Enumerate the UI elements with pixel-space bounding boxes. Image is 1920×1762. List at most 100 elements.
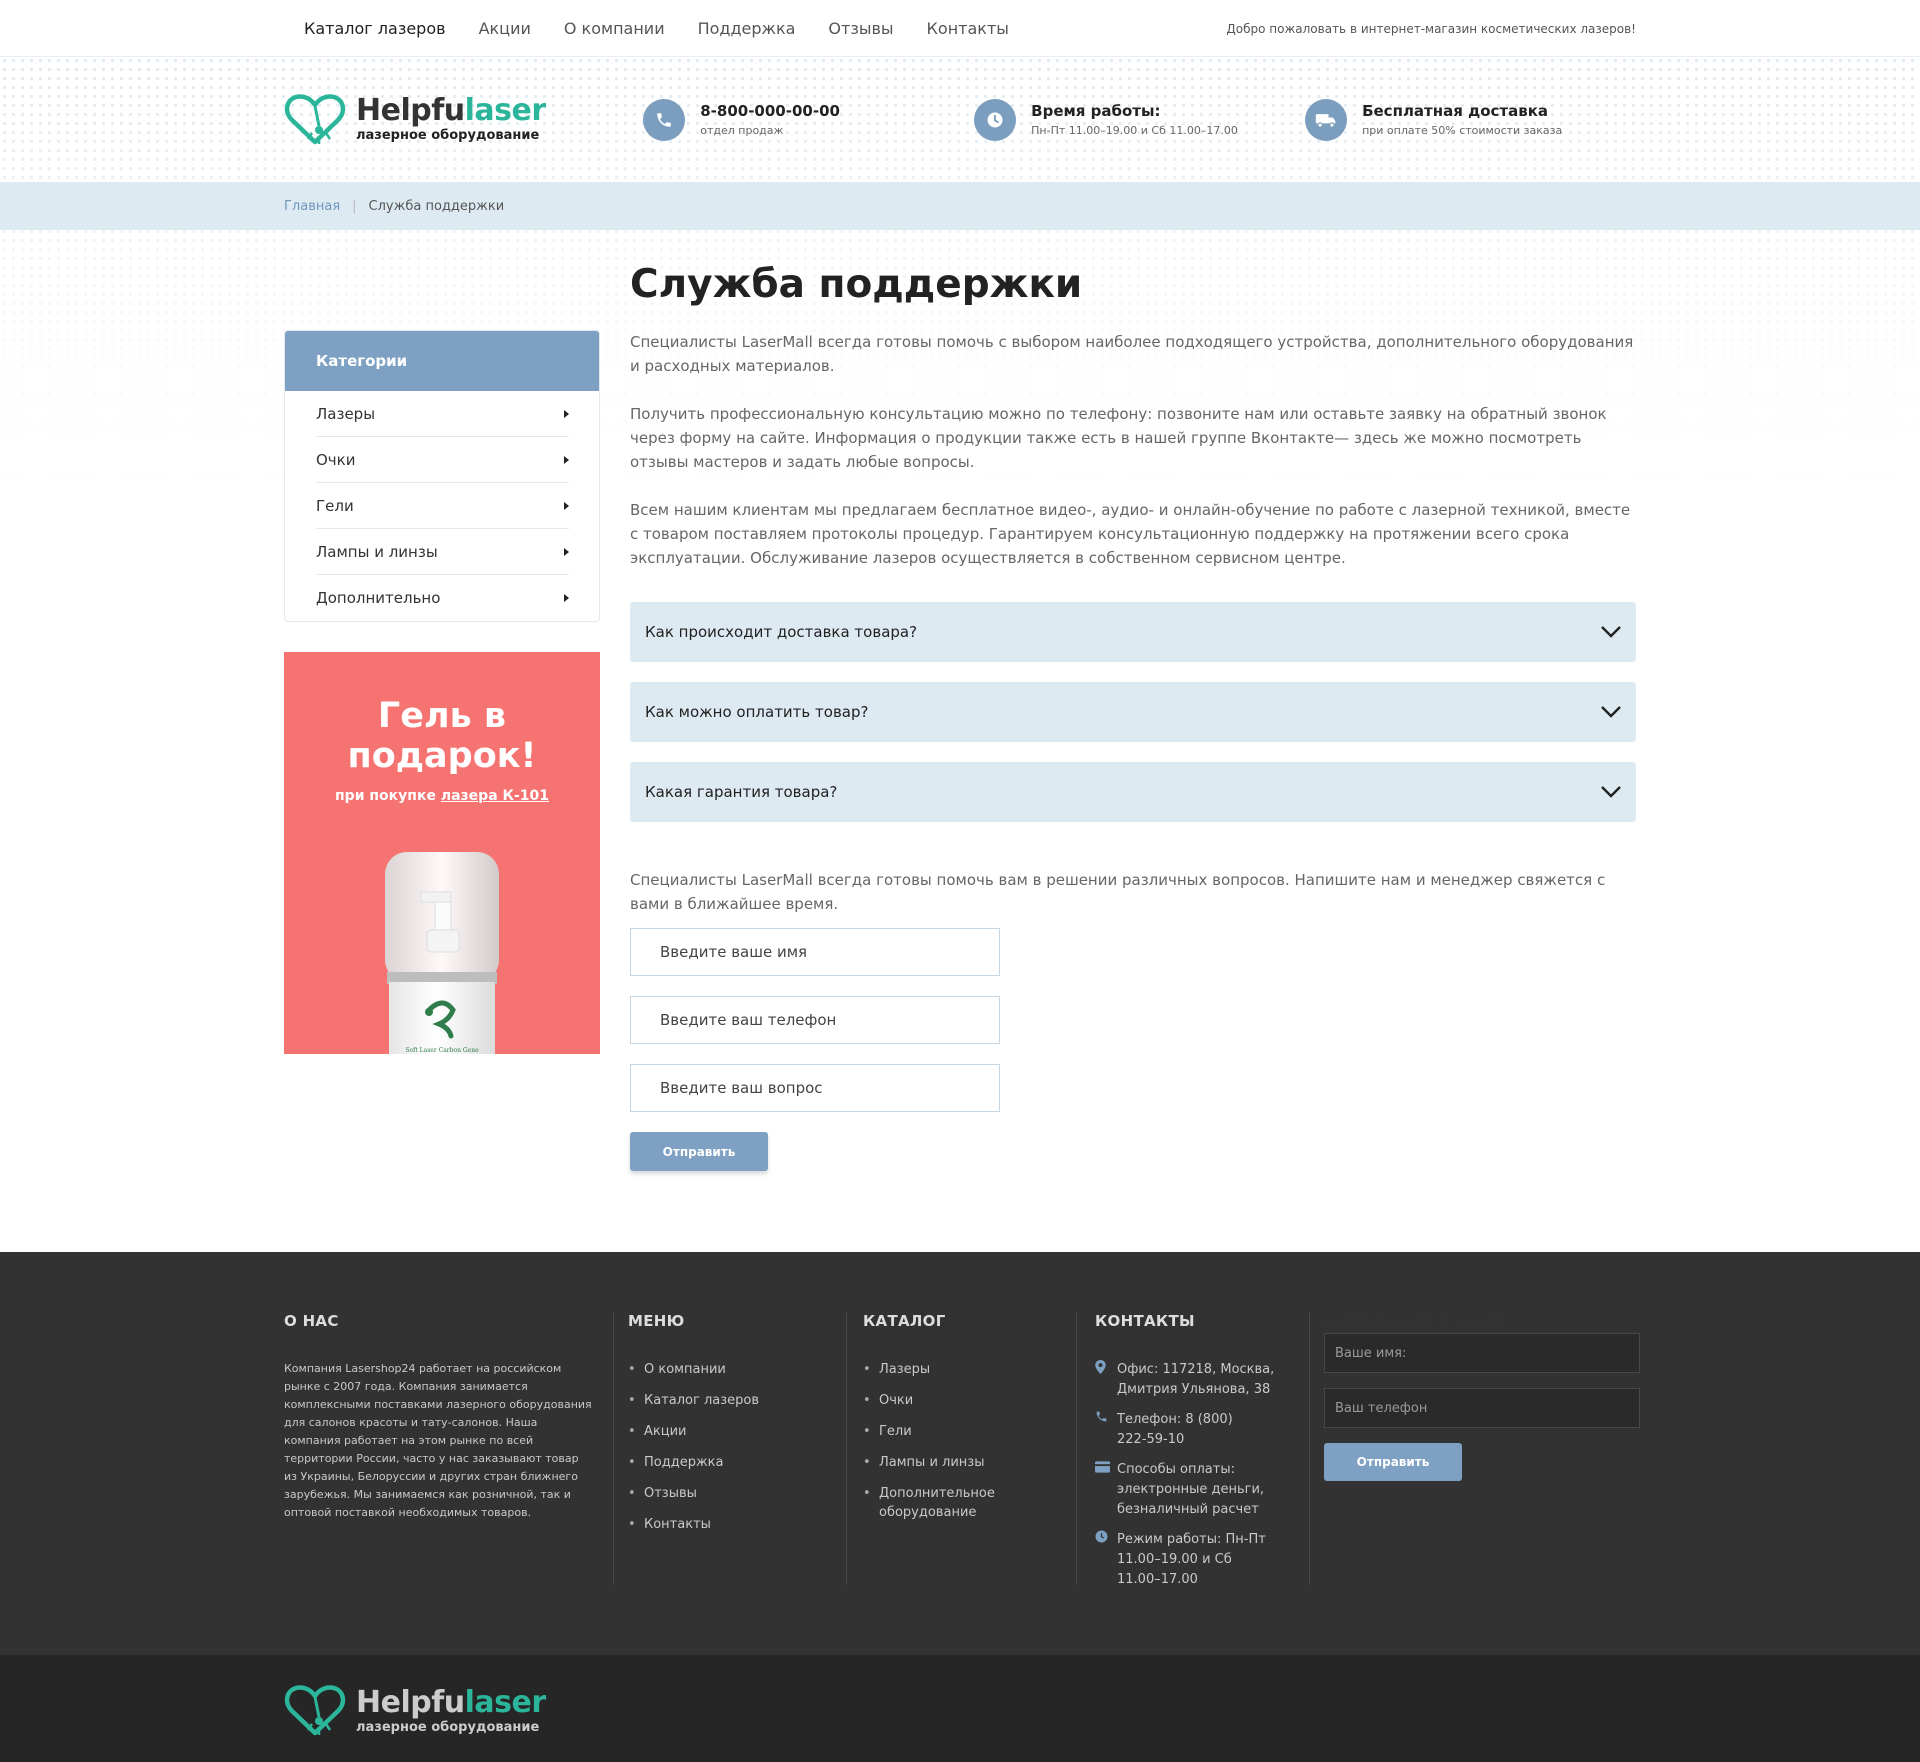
logo-tagline: лазерное оборудование	[356, 1719, 540, 1735]
footer-menu-item[interactable]: Отзывы	[628, 1484, 846, 1503]
footer-menu-item[interactable]: Акции	[628, 1422, 846, 1441]
promo-headline-1: Гель в	[377, 696, 507, 736]
footer-menu-item[interactable]: Контакты	[628, 1515, 846, 1534]
content: Служба поддержки Специалисты LaserMall в…	[630, 230, 1636, 1171]
page-title: Служба поддержки	[630, 262, 1083, 307]
footer: О НАС Компания Lasershop24 работает на р…	[0, 1252, 1920, 1655]
footer-menu-item[interactable]: Поддержка	[628, 1453, 846, 1472]
footer-menu-item[interactable]: Каталог лазеров	[628, 1391, 846, 1410]
promo-link[interactable]: лазера К-101	[441, 788, 549, 804]
category-lasers[interactable]: Лазеры	[316, 391, 569, 437]
main-section: Категории Лазеры Очки Гели Лампы и линзы…	[0, 230, 1920, 1252]
contact-hours: Режим работы: Пн-Пт 11.00–19.00 и Сб 11.…	[1095, 1530, 1309, 1590]
logo-brand-part2: laser	[464, 1684, 547, 1720]
top-nav: Каталог лазеров Акции О компании Поддерж…	[284, 19, 1042, 38]
top-bar: Каталог лазеров Акции О компании Поддерж…	[0, 0, 1920, 57]
footer-write: НАПИШИТЕ НАМ Ваше имя: Ваш телефон Отпра…	[1310, 1312, 1640, 1585]
logo-brand-part1: Helpfu	[356, 1684, 465, 1720]
clock-icon	[974, 98, 1017, 141]
nav-support[interactable]: Поддержка	[698, 19, 796, 38]
footer-catalog-title: КАТАЛОГ	[863, 1312, 946, 1330]
caret-right-icon	[564, 594, 569, 602]
category-label: Лампы и линзы	[316, 542, 438, 561]
logo-brand-part2: laser	[464, 93, 547, 128]
promo-banner[interactable]: Гель вподарок! при покупке лазера К-101	[284, 652, 600, 1054]
phone-number[interactable]: 8-800-000-00-00	[700, 102, 840, 120]
caret-right-icon	[564, 409, 569, 418]
footer-catalog-item[interactable]: Лазеры	[863, 1360, 1076, 1379]
footer-about-title: О НАС	[284, 1312, 339, 1330]
nav-contacts[interactable]: Контакты	[927, 19, 1009, 38]
consult-paragraph: Получить профессиональную консультацию м…	[630, 405, 1607, 471]
faq-question: Как происходит доставка товара?	[645, 623, 918, 641]
categories-title: Категории	[285, 331, 599, 391]
chevron-down-icon	[1601, 786, 1621, 798]
faq-question: Какая гарантия товара?	[645, 783, 838, 801]
footer-catalog-item[interactable]: Очки	[863, 1391, 1076, 1410]
logo-brand-part1: Helpfu	[356, 93, 465, 128]
caret-right-icon	[564, 547, 569, 556]
category-lamps[interactable]: Лампы и линзы	[316, 529, 569, 575]
nav-promotions[interactable]: Акции	[479, 19, 531, 38]
welcome-text: Добро пожаловать в интернет-магазин косм…	[1226, 21, 1636, 36]
footer-catalog-item[interactable]: Лампы и линзы	[863, 1453, 1076, 1472]
bottle-label: Soft Laser Carbon Gene	[405, 1047, 479, 1054]
category-additional[interactable]: Дополнительно	[316, 575, 569, 621]
contact-payment: Способы оплаты: электронные деньги, безн…	[1095, 1460, 1309, 1520]
promo-sub: при покупке	[335, 788, 441, 804]
footer-contacts-title: КОНТАКТЫ	[1095, 1312, 1195, 1330]
nav-reviews[interactable]: Отзывы	[828, 19, 893, 38]
faq-delivery[interactable]: Как происходит доставка товара?	[630, 602, 1636, 662]
caret-right-icon	[564, 455, 569, 464]
footer-catalog: КАТАЛОГ Лазеры Очки Гели Лампы и линзы Д…	[847, 1312, 1077, 1585]
header-hours: Время работы: Пн-Пт 11.00–19.00 и Сб 11.…	[974, 98, 1305, 141]
footer-catalog-item[interactable]: Дополнительное оборудование	[863, 1484, 1003, 1522]
category-gels[interactable]: Гели	[316, 483, 569, 529]
clock-icon	[1095, 1530, 1117, 1590]
question-input[interactable]: Введите ваш вопрос	[630, 1064, 1000, 1112]
form-intro: Специалисты LaserMall всегда готовы помо…	[630, 871, 1606, 913]
footer-logo[interactable]: Helpfulaser лазерное оборудование	[284, 1683, 652, 1739]
footer-menu: МЕНЮ О компании Каталог лазеров Акции По…	[614, 1312, 847, 1585]
contact-text: Режим работы: Пн-Пт 11.00–19.00 и Сб 11.…	[1117, 1532, 1266, 1587]
breadcrumb: Главная | Служба поддержки	[0, 182, 1920, 230]
footer-contacts: КОНТАКТЫ Офис: 117218, Москва, Дмитрия У…	[1077, 1312, 1310, 1587]
footer-about-text: Компания Lasershop24 работает на российс…	[284, 1362, 592, 1519]
truck-icon	[1305, 98, 1348, 141]
footer-submit-button[interactable]: Отправить	[1324, 1443, 1462, 1481]
footer-about: О НАС Компания Lasershop24 работает на р…	[284, 1312, 614, 1585]
gel-bottle-image: Soft Laser Carbon Gene	[385, 852, 499, 1054]
footer-menu-item[interactable]: О компании	[628, 1360, 846, 1379]
contact-form: Введите ваше имя Введите ваш телефон Вве…	[630, 928, 1636, 1171]
category-label: Дополнительно	[316, 589, 441, 607]
contact-text: Способы оплаты: электронные деньги, безн…	[1117, 1462, 1265, 1517]
name-input[interactable]: Введите ваше имя	[630, 928, 1000, 976]
hours-title: Время работы:	[1031, 102, 1161, 120]
contact-text: Офис: 117218, Москва, Дмитрия Ульянова, …	[1117, 1362, 1275, 1397]
contact-address: Офис: 117218, Москва, Дмитрия Ульянова, …	[1095, 1360, 1309, 1400]
faq-warranty[interactable]: Какая гарантия товара?	[630, 762, 1636, 822]
logo-tagline: лазерное оборудование	[356, 128, 540, 143]
contact-text[interactable]: Телефон: 8 (800) 222-59-10	[1117, 1410, 1247, 1450]
faq-payment[interactable]: Как можно оплатить товар?	[630, 682, 1636, 742]
promo-headline-2: подарок!	[347, 736, 537, 776]
nav-catalog[interactable]: Каталог лазеров	[304, 19, 446, 38]
breadcrumb-home[interactable]: Главная	[284, 199, 340, 214]
map-pin-icon	[1095, 1360, 1117, 1400]
phone-input[interactable]: Введите ваш телефон	[630, 996, 1000, 1044]
category-glasses[interactable]: Очки	[316, 437, 569, 483]
submit-button[interactable]: Отправить	[630, 1132, 768, 1171]
logo[interactable]: Helpfulaser лазерное оборудование	[284, 92, 643, 148]
header-delivery: Бесплатная доставка при оплате 50% стоим…	[1305, 98, 1636, 141]
header-phone: 8-800-000-00-00 отдел продаж	[643, 98, 974, 141]
intro-paragraph: Специалисты LaserMall всегда готовы помо…	[630, 333, 1634, 375]
footer-phone-input[interactable]: Ваш телефон	[1324, 1388, 1640, 1428]
hours-text: Пн-Пт 11.00–19.00 и Сб 11.00–17.00	[1031, 124, 1238, 137]
chevron-down-icon	[1601, 706, 1621, 718]
nav-about[interactable]: О компании	[564, 19, 665, 38]
footer-catalog-item[interactable]: Гели	[863, 1422, 1076, 1441]
header: Helpfulaser лазерное оборудование 8-800-…	[0, 57, 1920, 182]
phone-icon	[643, 98, 686, 141]
footer-name-input[interactable]: Ваше имя:	[1324, 1333, 1640, 1373]
footer-menu-title: МЕНЮ	[628, 1312, 685, 1330]
